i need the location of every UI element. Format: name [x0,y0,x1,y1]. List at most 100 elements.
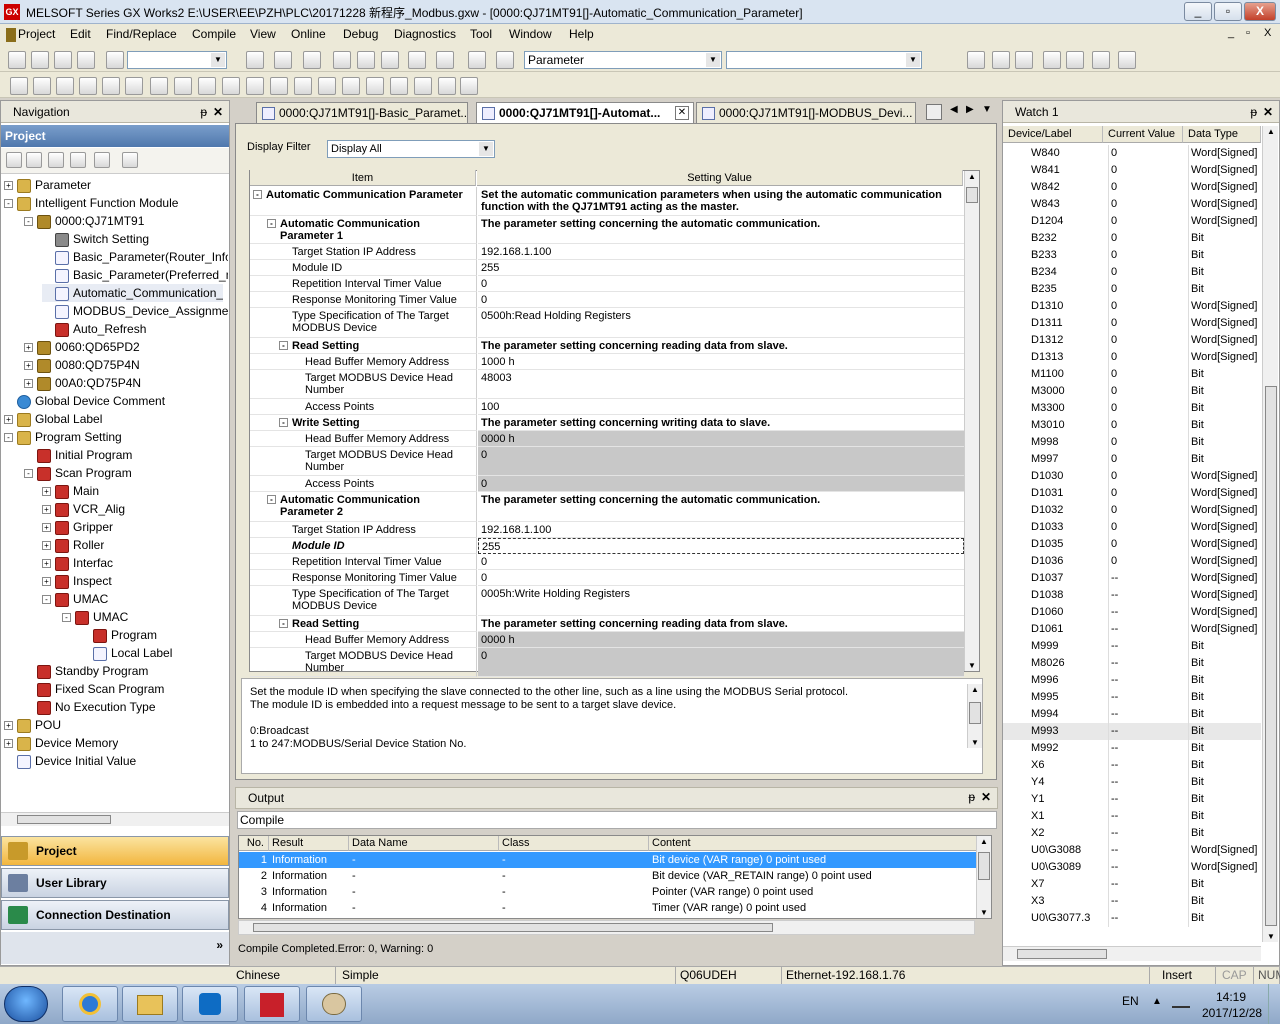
toolbar-button-icon[interactable] [102,77,120,95]
inner-minimize-button[interactable]: _ [1228,27,1234,39]
parameter-row[interactable]: Head Buffer Memory Address 0000 h [250,431,964,447]
tree-item[interactable]: Global Device Comment [4,392,165,410]
network-icon[interactable] [1172,994,1190,1008]
tab-1[interactable]: 0000:QJ71MT91[]-Automat... ✕ [476,102,694,124]
tree-item[interactable]: MODBUS_Device_Assignmer [42,302,228,320]
watch-row[interactable]: X2 -- Bit [1003,825,1261,842]
toolbar-button-icon[interactable] [342,77,360,95]
tree-item[interactable]: + Main [42,482,99,500]
expand-toggle-icon[interactable]: + [42,523,51,533]
parameter-combo[interactable]: Parameter ▼ [524,51,722,69]
collapse-toggle-icon[interactable]: - [267,495,276,504]
paint-icon[interactable] [306,986,362,1022]
pin-icon[interactable]: ᵽ [200,101,207,123]
tree-item[interactable]: - UMAC [42,590,108,608]
expand-toggle-icon[interactable]: + [4,721,13,731]
watch-row[interactable]: B232 0 Bit [1003,230,1261,247]
watch-hscrollbar[interactable] [1003,946,1261,961]
toolbar-button-icon[interactable] [56,77,74,95]
output-hscrollbar[interactable] [238,920,975,935]
toolbar-button-icon[interactable] [468,51,486,69]
collapse-toggle-icon[interactable]: - [279,341,288,350]
toolbar-button-icon[interactable] [1015,51,1033,69]
tree-item[interactable]: Auto_Refresh [42,320,146,338]
tree-item[interactable]: Automatic_Communication_ [42,284,224,302]
tree-item[interactable]: + Parameter [4,176,91,194]
parameter-row[interactable]: - Automatic Communication Parameter Set th… [250,187,964,216]
toolbar-button-icon[interactable] [125,77,143,95]
tab-overflow-icon[interactable] [926,104,942,120]
menu-view[interactable]: View [250,27,276,41]
tree-item[interactable]: + Gripper [42,518,113,536]
watch-row[interactable]: B233 0 Bit [1003,247,1261,264]
parameter-row[interactable]: Type Specification of The Target MODBUS … [250,308,964,338]
tree-item[interactable]: + Interfac [42,554,113,572]
parameter-row[interactable]: Target MODBUS Device Head Number 48003 [250,370,964,399]
output-pin-icon[interactable]: ᵽ [968,790,975,804]
tree-item[interactable]: - 0000:QJ71MT91 [24,212,144,230]
toolbar-combo-2[interactable]: ▼ [726,51,922,69]
expand-toggle-icon[interactable]: - [42,595,51,605]
toolbar-button-icon[interactable] [408,51,426,69]
tree-item[interactable]: +00A0:QD75P4N [24,374,141,392]
tree-item[interactable]: Local Label [80,644,172,662]
toolbar-button-icon[interactable] [270,77,288,95]
expand-toggle-icon[interactable]: + [4,739,13,749]
watch-close-icon[interactable]: ✕ [1263,101,1273,123]
expand-toggle-icon[interactable]: - [4,199,13,209]
grid-vscrollbar[interactable]: ▲ ▼ [964,171,979,671]
inner-restore-button[interactable]: ▫ [1246,27,1250,39]
watch-row[interactable]: D1038 -- Word[Signed] [1003,587,1261,604]
ie-icon[interactable] [62,986,118,1022]
expand-toggle-icon[interactable]: - [24,469,33,479]
tree-item[interactable]: +0060:QD65PD2 [24,338,140,356]
output-tab-compile[interactable]: Compile [237,811,997,829]
watch-row[interactable]: D1060 -- Word[Signed] [1003,604,1261,621]
toolbar-button-icon[interactable] [77,51,95,69]
toolbar-button-icon[interactable] [303,51,321,69]
expand-toggle-icon[interactable]: + [4,415,13,425]
nav-project-button[interactable]: Project [1,836,229,866]
parameter-value[interactable]: 255 [478,260,964,276]
menu-tool[interactable]: Tool [470,27,492,41]
output-row[interactable]: 3 Information - - Pointer (VAR range) 0 poin… [239,884,977,900]
parameter-row[interactable]: - Automatic Communication Parameter 2 The … [250,492,964,522]
watch-row[interactable]: M992 -- Bit [1003,740,1261,757]
watch-row[interactable]: M998 0 Bit [1003,434,1261,451]
parameter-value[interactable]: 48003 [478,370,964,399]
output-close-icon[interactable]: ✕ [981,790,991,804]
toolbar-button-icon[interactable] [222,77,240,95]
collapse-toggle-icon[interactable]: - [279,619,288,628]
toolbar-button-icon[interactable] [174,77,192,95]
teamviewer-icon[interactable] [182,986,238,1022]
parameter-value[interactable]: 0000 h [478,431,964,447]
parameter-value[interactable]: 0005h:Write Holding Registers [478,586,964,616]
watch-row[interactable]: X7 -- Bit [1003,876,1261,893]
tree-item[interactable]: Initial Program [24,446,132,464]
menu-window[interactable]: Window [509,27,552,41]
toolbar-button-icon[interactable] [31,51,49,69]
toolbar-button-icon[interactable] [333,51,351,69]
menu-diagnostics[interactable]: Diagnostics [394,27,456,41]
start-button[interactable] [4,986,48,1022]
tree-item[interactable]: + Device Memory [4,734,118,752]
menu-edit[interactable]: Edit [70,27,91,41]
toolbar-combo[interactable]: ▼ [127,51,227,69]
parameter-row[interactable]: Response Monitoring Timer Value 0 [250,292,964,308]
watch-row[interactable]: U0\G3077.3 -- Bit [1003,910,1261,927]
watch-row[interactable]: Y1 -- Bit [1003,791,1261,808]
toolbar-button-icon[interactable] [8,51,26,69]
toolbar-button-icon[interactable] [366,77,384,95]
watch-row[interactable]: W842 0 Word[Signed] [1003,179,1261,196]
tree-item[interactable]: No Execution Type [24,698,156,716]
watch-vscrollbar[interactable]: ▲ ▼ [1262,126,1278,942]
tree-item[interactable]: Basic_Parameter(Preferred_n [42,266,228,284]
nav-toolbar-icon[interactable] [70,152,86,168]
output-row[interactable]: 1 Information - - Bit device (VAR range) 0 p… [239,852,977,868]
tab-0[interactable]: 0000:QJ71MT91[]-Basic_Paramet... [256,102,468,124]
nav-toolbar-icon[interactable] [48,152,64,168]
watch-row[interactable]: M995 -- Bit [1003,689,1261,706]
tree-item[interactable]: + VCR_Alig [42,500,125,518]
clock-date[interactable]: 2017/12/28 [1202,1006,1262,1020]
watch-row[interactable]: X6 -- Bit [1003,757,1261,774]
